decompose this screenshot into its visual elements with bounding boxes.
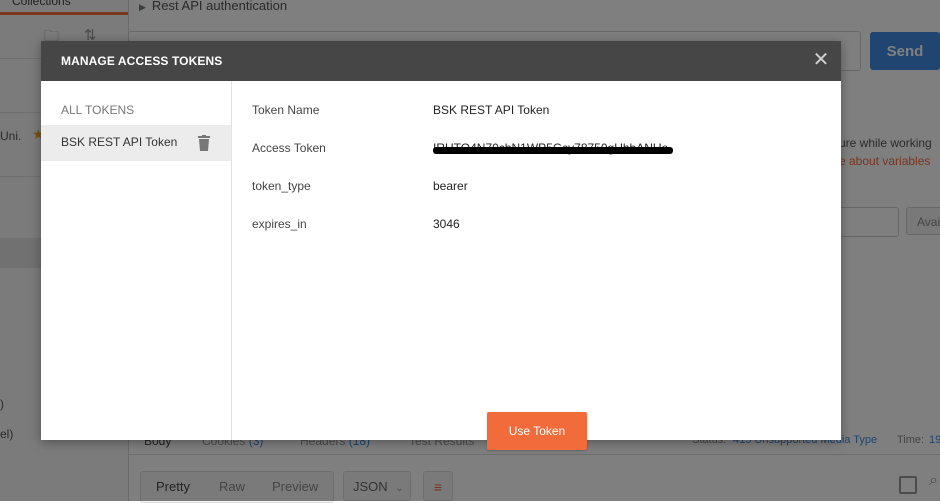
expires-in-label: expires_in — [252, 217, 307, 231]
token-list-item[interactable]: BSK REST API Token — [41, 125, 231, 161]
use-token-button[interactable]: Use Token — [487, 412, 587, 450]
manage-access-tokens-modal: MANAGE ACCESS TOKENS ✕ ALL TOKENS BSK RE… — [41, 41, 841, 450]
token-list-panel: ALL TOKENS BSK REST API Token — [41, 81, 232, 440]
token-list-item-label: BSK REST API Token — [61, 135, 178, 149]
trash-icon[interactable] — [198, 135, 210, 151]
token-name-value: BSK REST API Token — [433, 103, 550, 117]
token-type-label: token_type — [252, 179, 311, 193]
close-icon[interactable]: ✕ — [811, 50, 831, 70]
token-details-panel: Token Name BSK REST API Token Access Tok… — [232, 81, 841, 450]
modal-header: MANAGE ACCESS TOKENS ✕ — [41, 41, 841, 81]
token-name-label: Token Name — [252, 103, 320, 117]
expires-in-value: 3046 — [433, 217, 460, 231]
access-token-label: Access Token — [252, 141, 326, 155]
redaction-bar — [433, 147, 673, 154]
modal-title: MANAGE ACCESS TOKENS — [61, 54, 223, 68]
token-type-value: bearer — [433, 179, 468, 193]
all-tokens-heading: ALL TOKENS — [61, 103, 135, 117]
